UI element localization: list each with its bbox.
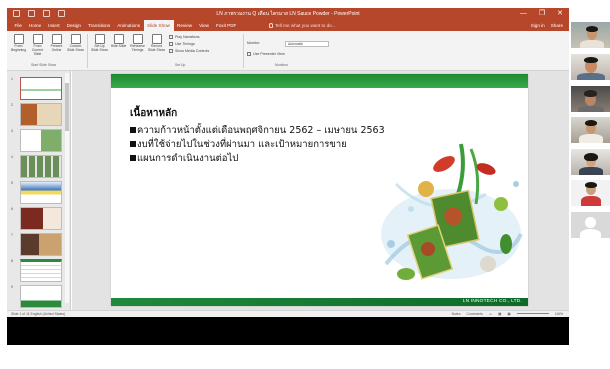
participant-video[interactable] [571, 54, 610, 80]
from-beginning-button[interactable]: From Beginning [10, 34, 27, 53]
ribbon-tabs: File Home Insert Design Transitions Anim… [7, 20, 569, 31]
participant-video[interactable] [571, 149, 610, 175]
hide-slide-icon [113, 34, 124, 44]
participant-video[interactable] [571, 86, 610, 112]
checkbox-icon [169, 35, 173, 39]
participant-placeholder[interactable] [571, 212, 610, 238]
lightbulb-icon [269, 23, 273, 28]
share-button[interactable]: Share [551, 20, 563, 31]
tab-slide-show[interactable]: Slide Show [143, 20, 174, 31]
slide-bullet[interactable]: แผนการดำเนินงานต่อไป [130, 151, 238, 166]
title-bar: LN ภาพรวมงาน Q เดือน ไตรมาส LN Sauce Pow… [7, 8, 569, 20]
presenter-view-check[interactable]: Use Presenter View [247, 52, 285, 57]
product-splash-image[interactable] [366, 124, 526, 304]
rehearse-timings-button[interactable]: Rehearse Timings [129, 34, 146, 53]
maximize-button[interactable]: ❐ [539, 8, 545, 20]
tab-insert[interactable]: Insert [45, 20, 64, 31]
checkbox-icon [169, 49, 173, 53]
scrollbar-thumb[interactable] [65, 83, 69, 131]
status-bar: Slide 1 of 11 English (United States) No… [7, 310, 569, 317]
slide-header-band [111, 74, 528, 88]
start-group-label: Start Slide Show [31, 63, 57, 67]
square-bullet-icon [130, 127, 136, 133]
tab-animations[interactable]: Animations [114, 20, 144, 31]
play-narrations-check[interactable]: Play Narrations [169, 35, 200, 40]
tell-me-text: Tell me what you want to do... [275, 23, 336, 28]
tab-view[interactable]: View [196, 20, 213, 31]
slide-thumbnail[interactable]: 3 [11, 129, 63, 152]
set-up-slideshow-button[interactable]: Set Up Slide Show [91, 34, 108, 53]
thumbnails-scrollbar[interactable] [65, 73, 69, 303]
square-bullet-icon [130, 155, 136, 161]
slide-thumbnail[interactable]: 6 [11, 207, 63, 230]
slide-thumbnail[interactable]: 7 [11, 233, 63, 256]
participant-video[interactable] [571, 117, 610, 143]
from-current-button[interactable]: From Current Slide [29, 34, 46, 56]
slide-bullet[interactable]: ความก้าวหน้าตั้งแต่เดือนพฤศจิกายน 2562 –… [130, 123, 385, 138]
close-button[interactable]: ✕ [557, 8, 563, 20]
slide-thumbnail[interactable]: 5 [11, 181, 63, 204]
slide-thumbnails-pane: 1 2 3 4 5 6 7 8 9 [7, 71, 71, 310]
slide-thumbnail[interactable]: 4 [11, 155, 63, 178]
hide-slide-button[interactable]: Hide Slide [110, 34, 127, 49]
slide-thumbnail[interactable]: 2 [11, 103, 63, 126]
minimize-button[interactable]: — [520, 8, 527, 20]
use-timings-check[interactable]: Use Timings [169, 42, 195, 47]
custom-show-icon [70, 34, 81, 44]
window-title: LN ภาพรวมงาน Q เดือน ไตรมาส LN Sauce Pow… [216, 11, 360, 17]
participant-video[interactable] [571, 22, 610, 48]
monitor-select[interactable]: Automatic [285, 41, 329, 47]
tab-review[interactable]: Review [174, 20, 196, 31]
shared-screen-margin [7, 317, 569, 345]
custom-slideshow-button[interactable]: Custom Slide Show [67, 34, 84, 53]
show-media-controls-check[interactable]: Show Media Controls [169, 49, 209, 54]
tab-design[interactable]: Design [63, 20, 84, 31]
square-bullet-icon [130, 141, 136, 147]
setup-group-label: Set Up [175, 63, 186, 67]
slide-heading[interactable]: เนื้อหาหลัก [130, 106, 177, 121]
account-area: Sign in Share [531, 20, 563, 31]
tell-me-box[interactable]: Tell me what you want to do... [269, 20, 336, 31]
slide-bullet[interactable]: งบที่ใช้จ่ายไปในช่วงที่ผ่านมา และเป้าหมา… [130, 137, 347, 152]
slide-thumbnail[interactable]: 8 [11, 259, 63, 282]
present-online-icon [51, 34, 62, 44]
slide-thumbnail[interactable]: 9 [11, 285, 63, 308]
setup-icon [94, 34, 105, 44]
tab-home[interactable]: Home [25, 20, 44, 31]
user-avatar-icon [585, 217, 596, 228]
video-call-screen: LN ภาพรวมงาน Q เดือน ไตรมาส LN Sauce Pow… [0, 0, 610, 369]
monitor-label: Monitor: [247, 41, 260, 45]
current-slide[interactable]: เนื้อหาหลัก ความก้าวหน้าตั้งแต่เดือนพฤศจ… [111, 74, 528, 306]
sign-in-link[interactable]: Sign in [531, 20, 545, 31]
slide-thumbnail[interactable]: 1 [11, 77, 63, 100]
slide-footer-band: LN INNOTECH CO., LTD. [111, 298, 528, 306]
checkbox-icon [169, 42, 173, 46]
present-online-button[interactable]: Present Online [48, 34, 65, 53]
slideshow-current-icon [32, 34, 43, 44]
group-divider [243, 34, 244, 68]
powerpoint-window: LN ภาพรวมงาน Q เดือน ไตรมาส LN Sauce Pow… [7, 8, 569, 345]
group-divider [87, 34, 88, 68]
tab-foxit-pdf[interactable]: Foxit PDF [212, 20, 239, 31]
monitors-group-label: Monitors [275, 63, 289, 67]
tab-transitions[interactable]: Transitions [84, 20, 113, 31]
slideshow-start-icon [13, 34, 24, 44]
company-name: LN INNOTECH CO., LTD. [462, 299, 522, 304]
timer-icon [132, 34, 143, 44]
window-controls: — ❐ ✕ [520, 8, 563, 20]
record-icon [151, 34, 162, 44]
record-slideshow-button[interactable]: Record Slide Show [148, 34, 165, 53]
participant-video[interactable] [571, 180, 610, 206]
checkbox-icon [247, 52, 251, 56]
slide-editing-area: เนื้อหาหลัก ความก้าวหน้าตั้งแต่เดือนพฤศจ… [72, 71, 569, 310]
ribbon-panel: From Beginning From Current Slide Presen… [7, 31, 569, 71]
tab-file[interactable]: File [11, 20, 25, 31]
